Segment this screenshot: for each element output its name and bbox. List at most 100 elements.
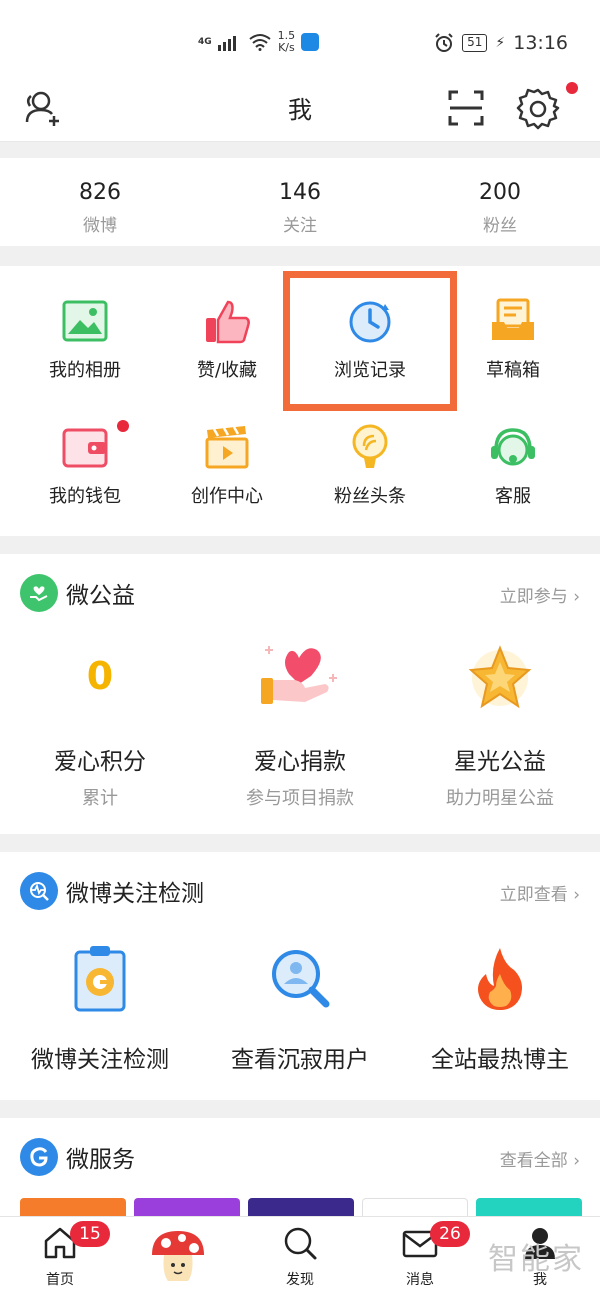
clipboard-report-icon: [74, 946, 126, 1012]
charity-heart-hand-icon: [20, 574, 58, 612]
stat-label: 关注: [283, 216, 317, 236]
charity-section: 微公益 立即参与 › 0 爱心积分 累计 爱心捐款 参与项目捐款 星光公益 助力…: [0, 554, 600, 834]
discover-search-icon: [284, 1227, 317, 1260]
tile-wallet[interactable]: 我的钱包: [13, 420, 157, 508]
tile-support[interactable]: 客服: [441, 422, 585, 508]
detect-inactive-card[interactable]: [200, 944, 400, 1018]
charity-item-title: 爱心捐款: [254, 749, 346, 775]
chevron-right-icon: ›: [573, 587, 580, 607]
detect-section: 微博关注检测 立即查看 › 微博关注检测 查看沉寂用户 全站最热博主: [0, 852, 600, 1100]
tile-history[interactable]: 浏览记录: [298, 296, 442, 382]
tab-label: 发现: [286, 1272, 314, 1288]
tile-label: 粉丝头条: [334, 486, 406, 507]
tile-label: 赞/收藏: [196, 360, 258, 381]
app-notification-icon: [301, 33, 320, 51]
speed-unit: K/s: [278, 41, 295, 54]
charity-points-card[interactable]: 0: [0, 638, 200, 718]
tile-fans-headline[interactable]: 粉丝头条: [298, 422, 442, 508]
status-right: 51 ⚡ 13:16: [434, 32, 568, 54]
clapperboard-icon: [205, 426, 249, 469]
settings-notification-dot: [566, 82, 578, 94]
page-title: 我: [288, 96, 312, 124]
detect-follow-card[interactable]: [0, 944, 200, 1018]
album-icon: [62, 300, 108, 342]
detect-view-label: 立即查看: [499, 885, 568, 905]
stat-label: 微博: [83, 216, 117, 236]
heart-hand-icon: [261, 646, 337, 704]
tab-messages[interactable]: 消息 26: [370, 1221, 470, 1289]
settings-gear-icon[interactable]: [516, 86, 560, 130]
stat-weibo[interactable]: 826 微博: [0, 158, 200, 246]
tile-label: 客服: [495, 486, 531, 507]
mushroom-avatar-icon: [152, 1231, 204, 1281]
stat-value: 146: [279, 180, 321, 205]
flame-icon: [478, 948, 522, 1010]
tile-drafts[interactable]: 草稿箱: [441, 296, 585, 382]
battery-level: 51: [462, 34, 488, 52]
detect-title: 微博关注检测: [66, 881, 204, 907]
charity-item-sub: 助力明星公益: [446, 788, 554, 809]
messages-badge: 26: [430, 1221, 470, 1247]
network-type: 4G: [198, 36, 212, 47]
detect-view-link[interactable]: 立即查看 ›: [500, 880, 580, 905]
detect-icons: [0, 944, 600, 1018]
stat-fans[interactable]: 200 粉丝: [400, 158, 600, 246]
scan-icon[interactable]: [444, 86, 488, 130]
charity-star-card[interactable]: [400, 638, 600, 718]
detect-pulse-icon: [20, 872, 58, 910]
charity-points-value: 0: [86, 654, 114, 698]
charity-item-title: 爱心积分: [54, 749, 146, 775]
services-all-label: 查看全部: [499, 1151, 568, 1171]
tab-home[interactable]: 首页 15: [10, 1221, 110, 1289]
detect-hot-card[interactable]: [400, 944, 600, 1018]
tab-compose[interactable]: [128, 1223, 228, 1291]
tools-grid: 我的相册 赞/收藏 浏览记录 草稿箱 我的钱包 创作中心 粉丝头条 客服: [0, 266, 600, 536]
detect-labels: 微博关注检测 查看沉寂用户 全站最热博主: [0, 1040, 600, 1074]
tab-label: 消息: [406, 1272, 434, 1288]
tile-album[interactable]: 我的相册: [13, 296, 157, 382]
wallet-notification-dot: [117, 420, 129, 432]
wifi-icon: [249, 34, 271, 51]
charity-donate-card[interactable]: [200, 638, 400, 718]
clock-icon: [349, 301, 391, 343]
charity-title: 微公益: [66, 583, 135, 609]
tile-label: 浏览记录: [334, 360, 406, 381]
top-nav: 我: [0, 70, 600, 142]
clock: 13:16: [513, 32, 568, 54]
detect-item-title: 全站最热博主: [431, 1047, 569, 1073]
detect-item: 全站最热博主: [400, 1040, 600, 1074]
home-badge: 15: [70, 1221, 110, 1247]
status-center: 4G 1.5 K/s: [198, 30, 320, 54]
tile-label: 草稿箱: [486, 360, 540, 381]
tile-likes[interactable]: 赞/收藏: [155, 296, 299, 382]
charity-join-link[interactable]: 立即参与 ›: [500, 582, 580, 607]
charging-icon: ⚡: [495, 35, 506, 51]
tile-label: 我的相册: [49, 360, 121, 381]
tab-discover[interactable]: 发现: [250, 1223, 350, 1289]
drafts-icon: [492, 298, 534, 340]
signal-icon: [217, 36, 236, 51]
tile-label: 我的钱包: [49, 486, 121, 507]
bulb-icon: [352, 424, 388, 468]
services-header: 微服务: [20, 1138, 135, 1176]
charity-header: 微公益: [20, 574, 135, 612]
charity-item-title: 星光公益: [454, 749, 546, 775]
charity-item-sub: 参与项目捐款: [246, 788, 354, 809]
charity-labels: 爱心积分 累计 爱心捐款 参与项目捐款 星光公益 助力明星公益: [0, 742, 600, 810]
services-all-link[interactable]: 查看全部 ›: [500, 1146, 580, 1171]
services-g-icon: [20, 1138, 58, 1176]
stat-label: 粉丝: [483, 216, 517, 236]
alarm-icon: [435, 33, 453, 52]
user-search-icon: [272, 950, 330, 1008]
chevron-right-icon: ›: [573, 885, 580, 905]
tile-label: 创作中心: [191, 486, 263, 507]
detect-item: 微博关注检测: [0, 1040, 200, 1074]
charity-join-label: 立即参与: [499, 587, 568, 607]
stat-following[interactable]: 146 关注: [200, 158, 400, 246]
services-title: 微服务: [66, 1147, 135, 1173]
charity-item: 爱心积分 累计: [0, 742, 200, 810]
thumbs-up-icon: [206, 300, 250, 344]
chevron-right-icon: ›: [573, 1151, 580, 1171]
tile-creator[interactable]: 创作中心: [155, 422, 299, 508]
charity-icons: 0: [0, 638, 600, 718]
